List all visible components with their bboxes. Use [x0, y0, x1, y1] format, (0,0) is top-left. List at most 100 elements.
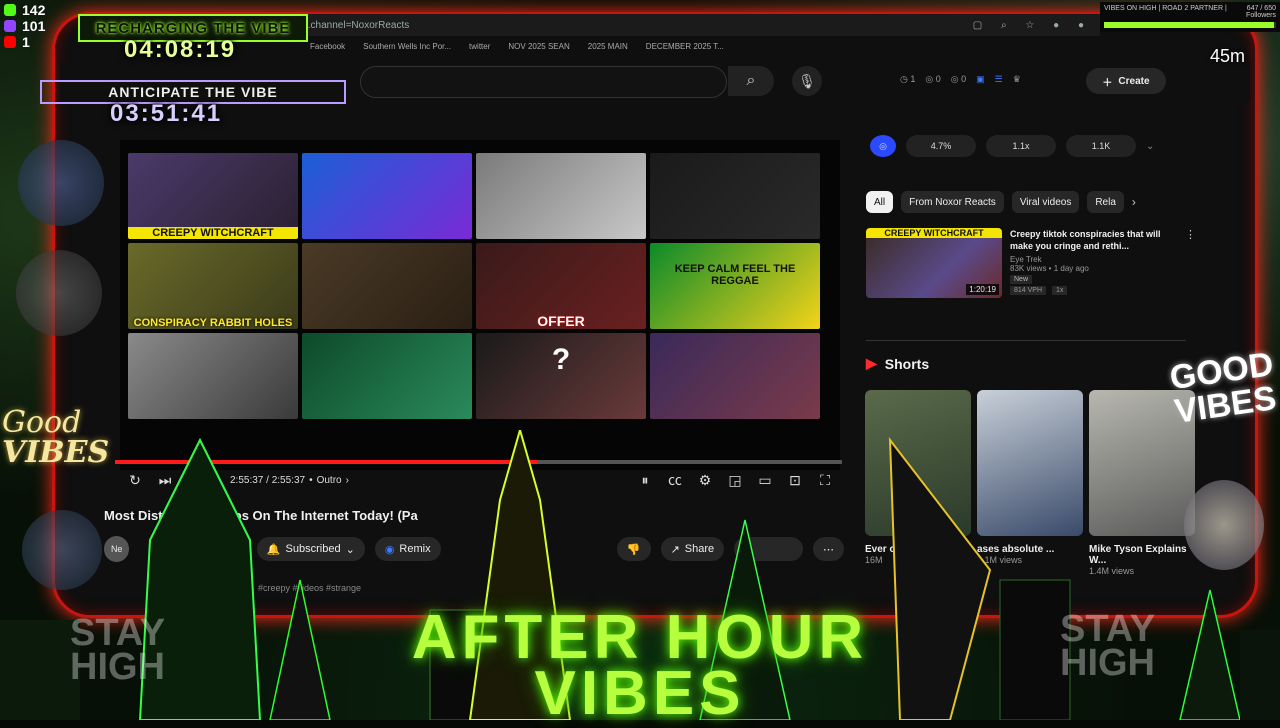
grid-thumbnail[interactable]: CREEPY WITCHCRAFT — [128, 153, 298, 239]
volume-icon[interactable]: 🔊 — [180, 472, 210, 489]
shorts-icon: ▶ — [866, 355, 877, 371]
more-actions-button[interactable]: ⋯ — [813, 537, 844, 561]
short-label[interactable]: Mike Tyson Explains W... 1.4M views — [1089, 544, 1195, 576]
extension-icon[interactable]: ▣ — [976, 74, 985, 85]
subscribed-button[interactable]: 🔔 Subscribed ⌄ — [256, 537, 365, 561]
bookmark-item[interactable]: Southern Wells Inc Por... — [363, 42, 451, 51]
bookmark-item[interactable]: Facebook — [310, 42, 345, 51]
next-icon[interactable]: ⏭ — [150, 472, 180, 489]
header-stat: ◷ 1 — [900, 74, 916, 84]
cat-sticker-bottom-left — [22, 510, 102, 590]
extension-logo-icon[interactable]: ◎ — [870, 135, 896, 157]
chevron-right-icon: › — [345, 474, 349, 486]
player-controls: ↻ ⏭ 🔊 2:55:37 / 2:55:37 • Outro › ⏸ ㏄ ⚙ … — [120, 468, 840, 492]
remix-icon: ◉ — [384, 543, 395, 556]
vph-badge: 814 VPH — [1010, 286, 1047, 295]
autoplay-toggle[interactable]: ⏸ — [630, 472, 660, 489]
recommended-video[interactable]: CREEPY WITCHCRAFT 1:20:19 Creepy tiktok … — [866, 228, 1196, 298]
trophy-icon[interactable]: ♛ — [1013, 74, 1021, 85]
chip-viral-videos[interactable]: Viral videos — [1011, 191, 1080, 213]
recommended-thumbnail[interactable]: CREEPY WITCHCRAFT 1:20:19 — [866, 228, 1002, 298]
grid-thumbnail[interactable]: ? — [476, 333, 646, 419]
more-vert-icon[interactable]: ⋮ — [1185, 228, 1196, 298]
channel-avatar[interactable]: Ne — [104, 536, 130, 562]
video-title: Most Disturbing Videos On The Internet T… — [104, 508, 418, 523]
progress-bar-fill — [115, 460, 537, 464]
shorts-labels: Ever could... 16M ases absolute ... 4.1M vi… — [865, 544, 1205, 576]
short-label[interactable]: Ever could... 16M — [865, 544, 971, 576]
bookmark-item[interactable]: twitter — [469, 42, 490, 51]
time-display: 2:55:37 / 2:55:37 — [230, 474, 306, 486]
stat-count: 1.1K — [1066, 135, 1136, 157]
kick-viewer-row: 142 — [4, 2, 64, 18]
cast-icon[interactable]: ⊡ — [780, 472, 810, 489]
chapter-label[interactable]: Outro — [317, 475, 342, 486]
bookmark-item[interactable]: 2025 MAIN — [588, 42, 628, 51]
grid-thumbnail[interactable] — [650, 153, 820, 239]
recommended-channel[interactable]: Eye Trek — [1010, 255, 1177, 264]
grid-thumbnail[interactable]: OFFER — [476, 243, 646, 329]
follower-goal-title: VIBES ON HIGH | ROAD 2 PARTNER | — [1104, 5, 1227, 12]
stay-high-left: STAY HIGH — [70, 612, 166, 688]
short-title: ases absolute ... — [977, 544, 1055, 555]
short-thumbnail[interactable] — [865, 390, 971, 536]
thumbnail-caption: CREEPY WITCHCRAFT — [128, 227, 298, 239]
good-vibes-right: GOOD VIBES — [1167, 345, 1279, 431]
channel-initial: Ne — [110, 544, 123, 554]
clip-button[interactable] — [734, 537, 803, 561]
cat-sticker-bottom-right — [1184, 480, 1264, 570]
viewer-counts: 142 101 1 — [4, 2, 64, 50]
grid-thumbnail[interactable] — [128, 333, 298, 419]
new-badge: New — [1010, 275, 1033, 284]
short-thumbnail[interactable] — [977, 390, 1083, 536]
hashtags[interactable]: #creepy #videos #strange — [258, 583, 361, 593]
replay-icon[interactable]: ↻ — [120, 472, 150, 489]
grid-thumbnail[interactable] — [302, 153, 472, 239]
grid-thumbnail[interactable]: KEEP CALM FEEL THE REGGAE — [650, 243, 820, 329]
theater-mode-icon[interactable]: ▭ — [750, 472, 780, 489]
chip-from-channel[interactable]: From Noxor Reacts — [901, 191, 1004, 213]
dislike-button[interactable]: 👎 — [616, 537, 651, 561]
chevron-right-icon[interactable]: › — [1132, 191, 1136, 215]
chip-all[interactable]: All — [866, 191, 894, 213]
short-label[interactable]: ases absolute ... 4.1M views — [977, 544, 1083, 576]
header-stats: ◷ 1 ◎ 0 ◎ 0 ▣ ☰ ♛ — [900, 74, 1021, 85]
create-button[interactable]: ＋ Create — [1086, 68, 1166, 94]
list-icon[interactable]: ☰ — [995, 74, 1003, 85]
search-input[interactable] — [360, 66, 727, 98]
captions-icon[interactable]: ㏄ — [660, 470, 690, 490]
bookmark-item[interactable]: NOV 2025 SEAN — [508, 42, 569, 51]
grid-thumbnail[interactable] — [476, 153, 646, 239]
thumbnail-caption: CREEPY WITCHCRAFT — [866, 228, 1002, 238]
search-button[interactable]: ⌕ — [728, 66, 774, 96]
bell-icon: 🔔 — [266, 543, 281, 556]
share-label: Share — [684, 543, 715, 555]
settings-gear-icon[interactable]: ⚙ — [690, 472, 720, 489]
grid-thumbnail[interactable] — [302, 333, 472, 419]
short-title: Mike Tyson Explains W... — [1089, 544, 1187, 566]
chip-related[interactable]: Rela — [1087, 191, 1124, 213]
address-bar[interactable]: ld.channel=NoxorReacts ▢ ⌕ ☆ ● ● — [230, 16, 1100, 34]
recommended-meta: 83K views • 1 day ago — [1010, 264, 1089, 273]
cat-sticker-moon — [18, 140, 104, 226]
search-icon: ⌕ — [746, 72, 756, 89]
recommended-title[interactable]: Creepy tiktok conspiracies that will mak… — [1010, 228, 1177, 252]
voice-search-button[interactable]: 🎙 — [792, 66, 822, 96]
follower-goal-widget: VIBES ON HIGH | ROAD 2 PARTNER | 647 / 6… — [1100, 2, 1280, 32]
youtube-icon — [4, 36, 16, 48]
chevron-down-icon[interactable]: ⌄ — [1146, 141, 1154, 152]
grid-thumbnail[interactable] — [650, 333, 820, 419]
video-duration: 1:20:19 — [966, 284, 999, 295]
plus-icon: ＋ — [1102, 77, 1113, 89]
grid-thumbnail[interactable]: CONSPIRACY RABBIT HOLES — [128, 243, 298, 329]
uptime-minutes: 45m — [1210, 46, 1246, 66]
share-button[interactable]: ↗ Share — [660, 537, 725, 561]
grid-thumbnail[interactable] — [302, 243, 472, 329]
follower-goal-count: 647 / 650 Followers — [1246, 5, 1276, 19]
thumbs-down-icon: 👎 — [626, 543, 641, 556]
miniplayer-icon[interactable]: ◲ — [720, 472, 750, 489]
bookmark-item[interactable]: DECEMBER 2025 T... — [646, 42, 724, 51]
fullscreen-icon[interactable]: ⛶ — [810, 472, 840, 489]
sidebar-divider — [866, 340, 1186, 341]
remix-button[interactable]: ◉ Remix — [374, 537, 441, 561]
